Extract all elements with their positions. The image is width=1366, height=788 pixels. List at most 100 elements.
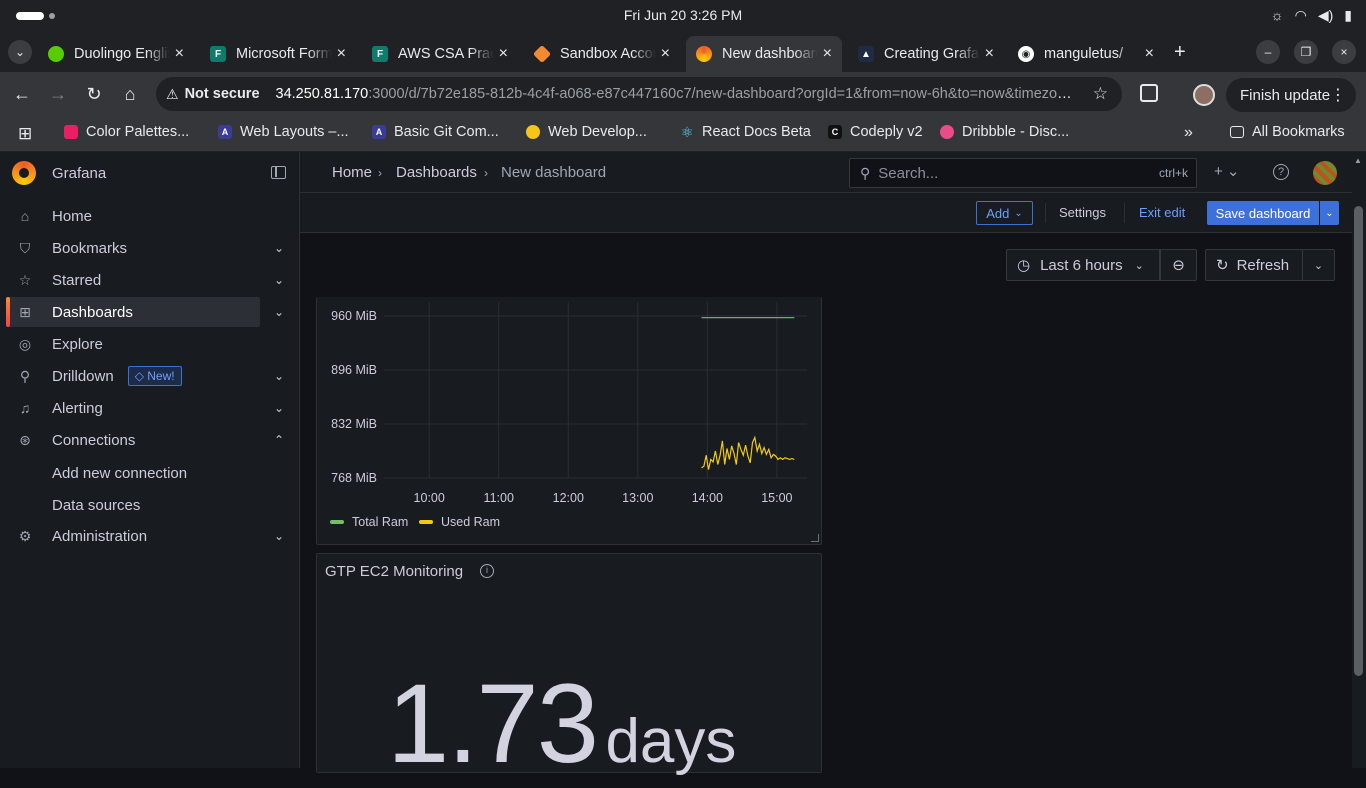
- browser-tab[interactable]: Sandbox Account ×: [524, 36, 680, 72]
- exit-edit-button[interactable]: Exit edit: [1139, 205, 1185, 220]
- apps-grid-icon[interactable]: ⊞: [18, 124, 32, 144]
- all-bookmarks-button[interactable]: All Bookmarks: [1230, 124, 1345, 140]
- stat-value: 1.73 days: [387, 659, 736, 788]
- legend-item[interactable]: Total Ram: [330, 515, 408, 529]
- new-tab-icon[interactable]: +: [1174, 41, 1186, 64]
- chevron-up-icon[interactable]: ⌃: [274, 433, 284, 447]
- bookmark-item[interactable]: A Web Layouts –...: [218, 124, 349, 140]
- settings-button[interactable]: Settings: [1059, 205, 1106, 220]
- finish-update-button[interactable]: Finish update ⋮: [1226, 78, 1356, 112]
- save-options-chevron-icon[interactable]: ⌄: [1320, 201, 1339, 225]
- github-favicon-icon: ◉: [1018, 46, 1034, 62]
- browser-tab[interactable]: ▲ Creating Grafana ×: [848, 36, 1004, 72]
- browser-tab[interactable]: F Microsoft Forms ×: [200, 36, 356, 72]
- chevron-down-icon[interactable]: ⌄: [274, 241, 284, 255]
- brand-name: Grafana: [52, 164, 107, 182]
- tab-title: Sandbox Account: [560, 46, 656, 62]
- help-icon[interactable]: ?: [1273, 164, 1289, 180]
- chevron-down-icon[interactable]: ⌄: [274, 401, 284, 415]
- nav-item-administration[interactable]: ⚙ Administration: [6, 521, 260, 551]
- grafana-logo-icon: [12, 161, 36, 185]
- stat-panel[interactable]: GTP EC2 Monitoring i 1.73 days: [316, 553, 822, 786]
- timeseries-panel[interactable]: 960 MiB 896 MiB 832 MiB 768 MiB 10:00 11:00 12…: [316, 297, 822, 545]
- bookmark-item[interactable]: Color Palettes...: [64, 124, 189, 140]
- new-badge: ◇ New!: [127, 366, 182, 386]
- chevron-down-icon[interactable]: ⌄: [274, 305, 284, 319]
- url-text[interactable]: 34.250.81.170:3000/d/7b72e185-812b-4c4f-…: [276, 86, 1076, 102]
- chevron-down-icon[interactable]: ⌄: [274, 529, 284, 543]
- nav-item-starred[interactable]: ☆ Starred: [6, 265, 260, 295]
- search-input[interactable]: ⚲ Search... ctrl+k: [849, 158, 1197, 188]
- close-tab-icon[interactable]: ×: [823, 45, 832, 63]
- nav-item-add-new-connection[interactable]: Add new connection: [52, 465, 187, 482]
- add-button[interactable]: Add ⌄: [976, 201, 1033, 225]
- bookmark-favicon-icon: [64, 125, 78, 139]
- more-bookmarks-icon[interactable]: »: [1184, 124, 1193, 142]
- more-vertical-icon[interactable]: ⋮: [1330, 85, 1346, 105]
- os-clock[interactable]: Fri Jun 20 3:26 PM: [0, 7, 1366, 23]
- breadcrumb-dashboards[interactable]: Dashboards: [396, 164, 477, 181]
- close-tab-icon[interactable]: ×: [175, 45, 184, 63]
- forward-arrow-icon[interactable]: →: [48, 84, 68, 105]
- bookmark-star-icon[interactable]: ☆: [1093, 84, 1108, 104]
- resize-handle-icon[interactable]: [811, 534, 819, 542]
- user-avatar[interactable]: [1313, 161, 1337, 185]
- bookmark-item[interactable]: Web Develop...: [526, 124, 647, 140]
- y-tick-label: 768 MiB: [331, 471, 377, 485]
- new-plus-menu-icon[interactable]: + ⌄: [1214, 162, 1240, 180]
- extensions-icon[interactable]: [1140, 84, 1158, 102]
- close-tab-icon[interactable]: ×: [661, 45, 670, 63]
- nav-label: Explore: [52, 335, 103, 353]
- scrollbar-thumb[interactable]: [1354, 206, 1363, 676]
- reload-icon[interactable]: ↻: [84, 84, 104, 105]
- zoom-out-button[interactable]: ⊖: [1160, 249, 1197, 281]
- nav-item-dashboards[interactable]: ⊞ Dashboards: [6, 297, 260, 327]
- close-tab-icon[interactable]: ×: [499, 45, 508, 63]
- scroll-up-arrow-icon[interactable]: ▲: [1354, 156, 1362, 165]
- close-tab-icon[interactable]: ×: [985, 45, 994, 63]
- close-window-icon[interactable]: ×: [1332, 40, 1356, 64]
- warning-triangle-icon[interactable]: ⚠: [166, 86, 179, 103]
- legend-item[interactable]: Used Ram: [419, 515, 500, 529]
- browser-tab-active[interactable]: New dashboard ×: [686, 36, 842, 72]
- nav-label: Starred: [52, 271, 102, 289]
- browser-tab[interactable]: ◉ manguletus/ ×: [1008, 36, 1164, 72]
- nav-item-data-sources[interactable]: Data sources: [52, 497, 140, 514]
- brightness-icon: ☼: [1270, 7, 1284, 23]
- restore-window-icon[interactable]: ❐: [1294, 40, 1318, 64]
- grafana-brand[interactable]: Grafana: [12, 160, 106, 186]
- nav-item-home[interactable]: ⌂ Home: [6, 201, 260, 231]
- bookmark-item[interactable]: ⚛ React Docs Beta: [680, 124, 811, 141]
- address-bar[interactable]: ⚠ Not secure 34.250.81.170:3000/d/7b72e1…: [156, 77, 1122, 111]
- nav-item-explore[interactable]: ◎ Explore: [6, 329, 260, 359]
- minimize-window-icon[interactable]: –: [1256, 40, 1280, 64]
- bookmark-item[interactable]: Dribbble - Disc...: [940, 124, 1069, 140]
- browser-tab[interactable]: F AWS CSA Practice ×: [362, 36, 518, 72]
- system-tray[interactable]: ☼ ◠ ◀) ▮: [1271, 7, 1352, 24]
- info-icon[interactable]: i: [480, 564, 494, 578]
- nav-item-alerting[interactable]: ♫ Alerting: [6, 393, 260, 423]
- back-arrow-icon[interactable]: ←: [12, 84, 32, 105]
- profile-avatar[interactable]: [1193, 84, 1215, 106]
- dock-menu-icon[interactable]: [271, 166, 286, 179]
- time-range-picker[interactable]: ◷ Last 6 hours ⌄: [1006, 249, 1160, 281]
- nav-item-connections[interactable]: ⊛ Connections: [6, 425, 260, 455]
- refresh-interval-picker[interactable]: ⌄: [1302, 249, 1335, 281]
- bookmark-item[interactable]: C Codeply v2: [828, 124, 923, 140]
- refresh-button[interactable]: ↻ Refresh: [1205, 249, 1303, 281]
- nav-item-drilldown[interactable]: ⚲ Drilldown ◇ New!: [6, 361, 260, 391]
- tab-search-button[interactable]: ⌄: [8, 40, 32, 64]
- chevron-down-icon[interactable]: ⌄: [274, 369, 284, 383]
- close-tab-icon[interactable]: ×: [1145, 45, 1154, 63]
- close-tab-icon[interactable]: ×: [337, 45, 346, 63]
- bookmark-label: Web Layouts –...: [240, 124, 349, 140]
- chevron-down-icon[interactable]: ⌄: [274, 273, 284, 287]
- breadcrumb-separator-icon: ›: [484, 166, 488, 180]
- breadcrumb-home[interactable]: Home: [332, 164, 372, 181]
- home-icon[interactable]: ⌂: [120, 84, 140, 105]
- browser-tab[interactable]: Duolingo English ×: [38, 36, 194, 72]
- nav-item-bookmarks[interactable]: ⛉ Bookmarks: [6, 233, 260, 263]
- bookmark-item[interactable]: A Basic Git Com...: [372, 124, 499, 140]
- not-secure-label[interactable]: Not secure: [185, 86, 260, 102]
- save-dashboard-button[interactable]: Save dashboard: [1207, 201, 1319, 225]
